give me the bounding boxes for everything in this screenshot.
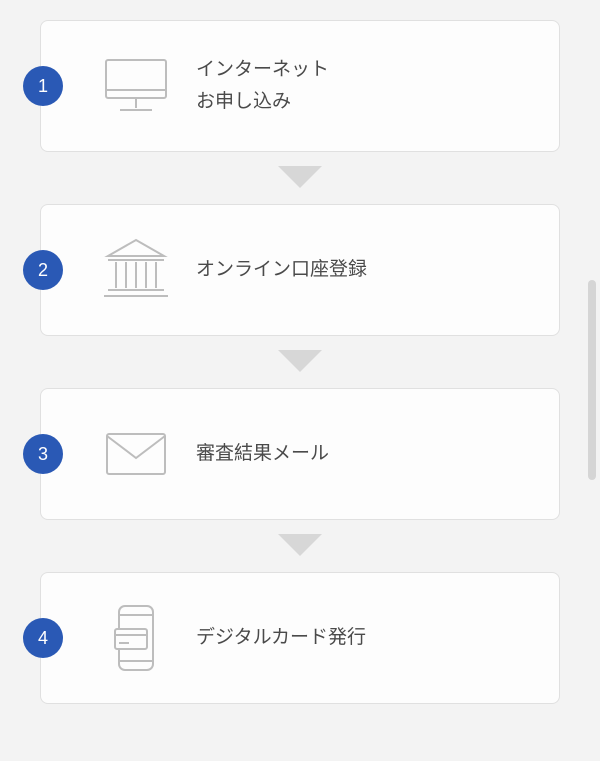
step-badge: 1 bbox=[23, 66, 63, 106]
step-card-1: 1 インターネット お申し込み bbox=[40, 20, 560, 152]
step-label: 審査結果メール bbox=[196, 438, 329, 470]
step-number: 4 bbox=[38, 628, 48, 649]
step-number: 2 bbox=[38, 260, 48, 281]
step-badge: 4 bbox=[23, 618, 63, 658]
step-number: 3 bbox=[38, 444, 48, 465]
mail-icon bbox=[96, 414, 176, 494]
arrow-down-icon bbox=[40, 152, 560, 204]
digital-card-icon bbox=[96, 598, 176, 678]
bank-icon bbox=[96, 230, 176, 310]
arrow-down-icon bbox=[40, 520, 560, 572]
step-label: デジタルカード発行 bbox=[196, 622, 366, 654]
step-card-2: 2 オンライン口座登録 bbox=[40, 204, 560, 336]
step-badge: 2 bbox=[23, 250, 63, 290]
step-label: インターネット お申し込み bbox=[196, 54, 329, 119]
scrollbar[interactable] bbox=[588, 280, 596, 480]
step-badge: 3 bbox=[23, 434, 63, 474]
arrow-down-icon bbox=[40, 336, 560, 388]
step-card-3: 3 審査結果メール bbox=[40, 388, 560, 520]
monitor-icon bbox=[96, 46, 176, 126]
step-label: オンライン口座登録 bbox=[196, 254, 367, 286]
step-number: 1 bbox=[38, 76, 48, 97]
step-card-4: 4 デジタルカード発行 bbox=[40, 572, 560, 704]
